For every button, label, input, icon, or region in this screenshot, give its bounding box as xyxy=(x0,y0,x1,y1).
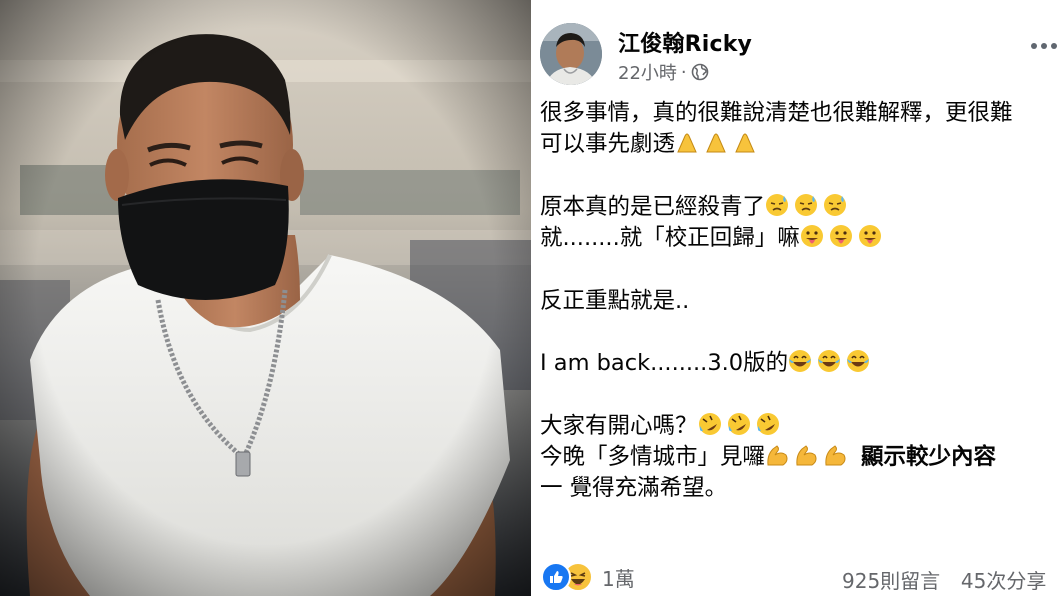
post-line-text: 就........就「校正回歸」嘛 xyxy=(540,225,800,251)
reaction-count: 1萬 xyxy=(602,566,635,591)
post-line-text: 一 覺得充滿希望。 xyxy=(540,475,728,501)
engagement-stats: 925則留言 45次分享 xyxy=(842,565,1046,594)
post-line: 大家有開心嗎？ xyxy=(540,411,784,444)
post-line-text: 大家有開心嗎？ xyxy=(540,413,698,439)
folded-hands-emoji xyxy=(675,130,762,162)
post-line-text: 今晚「多情城市」見囉 xyxy=(540,444,766,470)
post-line: 一 覺得充滿希望。 xyxy=(540,473,727,503)
post-line-text: 可以事先劇透 xyxy=(540,131,676,157)
downcast-sweat-emoji xyxy=(765,193,851,225)
rolling-laughing-emoji xyxy=(698,412,784,444)
like-icon xyxy=(541,562,571,592)
post-line-text: 原本真的是已經殺青了 xyxy=(540,194,766,220)
globe-icon[interactable] xyxy=(691,63,709,81)
ellipsis-icon[interactable] xyxy=(1030,36,1058,50)
post-line: 反正重點就是.. xyxy=(540,286,689,316)
reaction-summary[interactable]: 1萬 xyxy=(541,562,635,592)
author-name[interactable]: 江俊翰Ricky xyxy=(618,26,752,58)
tongue-out-emoji xyxy=(800,224,886,256)
post-line-text: 反正重點就是.. xyxy=(540,288,690,314)
author-avatar[interactable] xyxy=(540,23,602,85)
post-line-text: I am back........3.0版的 xyxy=(540,350,789,376)
see-less-link[interactable]: 顯示較少內容 xyxy=(861,444,996,470)
share-count[interactable]: 45次分享 xyxy=(961,569,1046,593)
post-line-text: 很多事情，真的很難說清楚也很難解釋，更很難 xyxy=(540,100,1013,126)
photo-illustration xyxy=(0,0,531,596)
post-line: 很多事情，真的很難說清楚也很難解釋，更很難 xyxy=(540,98,1013,128)
post-timestamp[interactable]: 22小時 xyxy=(618,59,677,85)
post-line: 今晚「多情城市」見囉 顯示較少內容 xyxy=(540,442,996,475)
post-meta: 22小時 · xyxy=(618,59,709,85)
tears-of-joy-emoji xyxy=(788,349,874,381)
post-line: 原本真的是已經殺青了 xyxy=(540,192,851,225)
post-line: I am back........3.0版的 xyxy=(540,348,874,381)
post-photo[interactable] xyxy=(0,0,531,596)
facebook-post: 江俊翰Ricky 22小時 · 很多事情，真的很難說清楚也很難解釋，更很難 可以… xyxy=(531,0,1060,596)
flexed-biceps-emoji xyxy=(765,443,851,475)
post-line: 就........就「校正回歸」嘛 xyxy=(540,223,886,256)
avatar-image xyxy=(540,23,602,85)
meta-separator: · xyxy=(680,61,687,83)
post-line: 可以事先劇透 xyxy=(540,129,762,162)
comment-count[interactable]: 925則留言 xyxy=(842,569,940,593)
